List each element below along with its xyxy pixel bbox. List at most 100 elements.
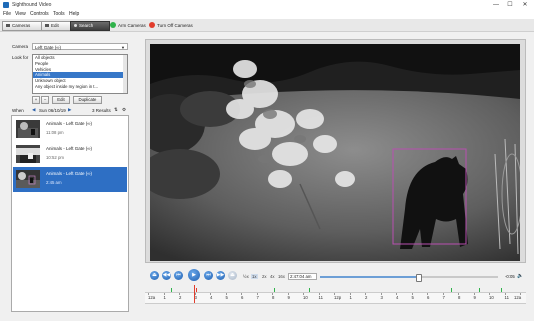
settings-gear-icon[interactable]: ⚙ — [122, 107, 126, 113]
event-markers — [149, 288, 521, 292]
timeline-tick-label: 11 — [504, 295, 509, 300]
seek-fill — [320, 276, 418, 278]
event-marker — [309, 288, 310, 292]
when-row: When ◀ Sun 06/10/19 ▶ 3 Results ⇅ ⚙ — [12, 107, 130, 114]
event-marker — [196, 288, 197, 292]
sort-icon[interactable]: ⇅ — [114, 107, 118, 113]
results-count: 3 Results — [92, 108, 111, 113]
timeline-tick-mark — [473, 293, 475, 295]
camera-label: Camera — [12, 44, 29, 49]
timeline-tick-mark — [256, 293, 258, 295]
timeline-tick-label: 12a — [514, 295, 522, 300]
edit-rule-button[interactable]: Edit — [52, 96, 70, 104]
date-value[interactable]: Sun 06/10/19 — [39, 108, 66, 113]
day-timeline[interactable]: 12a 1 2 3 4 5 6 7 8 9 10 11 12p 1 2 3 4 5 6 7 8 9 10 11 12a — [145, 285, 526, 304]
playhead[interactable] — [194, 285, 195, 303]
volume-icon[interactable]: 🔈 — [517, 273, 523, 279]
menu-help[interactable]: Help — [69, 11, 79, 17]
speed-2x[interactable]: 2x — [262, 274, 267, 279]
camera-select[interactable]: Left Gate (∞) ▼ — [32, 43, 128, 50]
turn-off-cameras-icon[interactable] — [149, 22, 155, 28]
seek-track[interactable] — [320, 274, 498, 282]
turn-off-cameras-button[interactable]: Turn Off Cameras — [157, 23, 193, 28]
result-item[interactable]: Animals - Left Gate (∞) 10:52 pm — [13, 142, 127, 167]
close-button[interactable]: ✕ — [519, 1, 531, 9]
timeline-tick-mark — [303, 293, 304, 295]
next-clip-button[interactable]: ⏭ — [204, 271, 213, 280]
chevron-down-icon: ▼ — [121, 45, 125, 50]
prev-clip-button[interactable]: ⏮ — [174, 271, 183, 280]
look-for-option[interactable]: Any object inside my region in t... — [33, 84, 127, 90]
speed-16x[interactable]: 16x — [278, 274, 285, 279]
timeline-tick-mark — [148, 293, 149, 295]
timeline-tick-mark — [442, 293, 444, 295]
timeline-tick-mark — [427, 293, 428, 295]
timeline-tick-mark — [241, 293, 242, 295]
duplicate-rule-button[interactable]: Duplicate — [73, 96, 102, 104]
timeline-tick-label: 10 — [489, 295, 494, 300]
result-item-selected[interactable]: Animals - Left Gate (∞) 2:45 am — [13, 167, 127, 192]
timeline-tick-mark — [365, 293, 366, 295]
timeline-tick-label: 1 — [163, 295, 166, 300]
timeline-tick-mark — [272, 293, 273, 295]
result-item[interactable]: Animals - Left Gate (∞) 11:08 pm — [13, 117, 127, 142]
timeline-tick-label: 4 — [396, 295, 399, 300]
arm-cameras-button[interactable]: Arm Cameras — [118, 23, 146, 28]
search-mode-button[interactable]: Search — [70, 21, 110, 31]
timeline-tick-mark — [163, 293, 165, 295]
results-list: Animals - Left Gate (∞) 11:08 pm Animals… — [11, 115, 129, 312]
timeline-tick-mark — [334, 293, 335, 295]
result-thumbnail — [16, 120, 40, 138]
speed-1x[interactable]: 1x — [251, 274, 258, 279]
menu-controls[interactable]: Controls — [30, 11, 49, 17]
speed-4x[interactable]: 4x — [270, 274, 275, 279]
menu-file[interactable]: File — [3, 11, 11, 17]
cameras-button[interactable]: Cameras — [2, 21, 42, 31]
timeline-tick-mark — [349, 293, 351, 295]
result-time: 11:08 pm — [46, 130, 64, 135]
remove-rule-button[interactable]: − — [41, 96, 49, 104]
timeline-tick-mark — [504, 293, 506, 295]
menu-tools[interactable]: Tools — [53, 11, 65, 17]
timeline-tick-mark — [396, 293, 397, 295]
cameras-label: Cameras — [12, 23, 31, 28]
timeline-tick-label: 7 — [256, 295, 259, 300]
timeline-tick-label: 11 — [318, 295, 323, 300]
step-forward-button[interactable]: ⏏ — [228, 271, 237, 280]
event-marker — [479, 288, 480, 292]
toolbar: Cameras Edit Search Arm Cameras Turn Off… — [0, 19, 534, 32]
look-for-label: Look for — [12, 55, 29, 60]
timeline-tick-label: 2 — [179, 295, 182, 300]
add-rule-button[interactable]: + — [32, 96, 40, 104]
play-button[interactable]: ▶ — [188, 269, 200, 281]
timeline-tick-mark — [380, 293, 382, 295]
look-for-scrollbar[interactable] — [123, 55, 127, 93]
menu-view[interactable]: View — [15, 11, 26, 17]
maximize-button[interactable]: ☐ — [504, 1, 516, 9]
result-time: 2:45 am — [46, 180, 62, 185]
when-label: When — [12, 108, 24, 113]
timeline-tick-mark — [179, 293, 180, 295]
camera-select-value: Left Gate (∞) — [35, 45, 61, 50]
timeline-tick-mark — [411, 293, 413, 295]
speed-half[interactable]: ½x — [243, 274, 249, 279]
current-time-field[interactable]: 2:47:04 am — [288, 273, 317, 280]
next-day-icon[interactable]: ▶ — [68, 107, 71, 113]
arm-cameras-icon[interactable] — [110, 22, 116, 28]
edit-mode-button[interactable]: Edit — [41, 21, 71, 31]
result-title: Animals - Left Gate (∞) — [46, 146, 92, 151]
event-marker — [274, 288, 275, 292]
timeline-tick-label: 7 — [442, 295, 445, 300]
search-label: Search — [79, 23, 94, 28]
timeline-tick-mark — [210, 293, 211, 295]
rewind-button[interactable]: ◀◀ — [162, 271, 171, 280]
fast-forward-button[interactable]: ▶▶ — [216, 271, 225, 280]
step-back-button[interactable]: ⏏ — [150, 271, 159, 280]
event-marker — [501, 288, 502, 292]
minimize-button[interactable]: — — [490, 1, 502, 9]
timeline-tick-mark — [225, 293, 227, 295]
prev-day-icon[interactable]: ◀ — [32, 107, 35, 113]
video-player[interactable] — [135, 44, 523, 261]
look-for-list[interactable]: All objects People Vehicles Animals Unkn… — [32, 54, 128, 94]
seek-thumb[interactable] — [415, 274, 422, 282]
